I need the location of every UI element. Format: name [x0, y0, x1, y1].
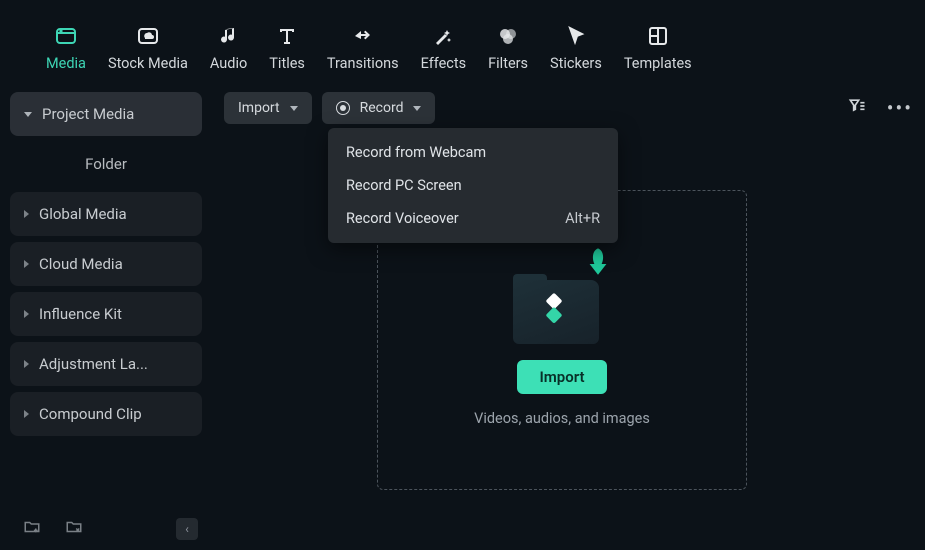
sidebar-item-label: Influence Kit — [39, 305, 122, 323]
collapse-sidebar-button[interactable]: ‹ — [176, 518, 198, 540]
tab-label: Effects — [421, 55, 467, 72]
record-screen-item[interactable]: Record PC Screen — [328, 169, 618, 202]
import-button[interactable]: Import — [517, 360, 606, 394]
menu-item-label: Record Voiceover — [346, 210, 459, 227]
delete-folder-icon[interactable] — [64, 518, 84, 540]
wand-icon — [430, 23, 456, 49]
dropzone-caption: Videos, audios, and images — [474, 410, 650, 427]
sidebar-item-label: Cloud Media — [39, 255, 123, 273]
tab-label: Filters — [488, 55, 528, 72]
chevron-down-icon — [24, 112, 32, 117]
folder-illustration — [507, 254, 617, 344]
tab-label: Transitions — [327, 55, 399, 72]
record-webcam-item[interactable]: Record from Webcam — [328, 136, 618, 169]
chevron-right-icon — [24, 260, 29, 268]
tab-stock-media[interactable]: Stock Media — [104, 23, 192, 72]
cloud-icon — [135, 23, 161, 49]
tab-filters[interactable]: Filters — [484, 23, 532, 72]
new-folder-icon[interactable] — [22, 518, 42, 540]
chevron-right-icon — [24, 360, 29, 368]
more-icon[interactable]: ••• — [887, 96, 913, 120]
filters-icon — [495, 23, 521, 49]
tab-label: Media — [46, 55, 86, 72]
stickers-icon — [563, 23, 589, 49]
record-icon — [336, 101, 350, 115]
top-nav: Media Stock Media Audio Titles Transitio… — [0, 0, 925, 80]
tab-titles[interactable]: Titles — [265, 23, 309, 72]
media-icon — [53, 23, 79, 49]
tab-label: Templates — [624, 55, 692, 72]
menu-item-label: Record from Webcam — [346, 144, 486, 161]
sidebar-item-label: Folder — [85, 155, 127, 173]
chevron-right-icon — [24, 310, 29, 318]
record-dropdown-button[interactable]: Record — [322, 92, 436, 124]
sidebar-item-influence-kit[interactable]: Influence Kit — [10, 292, 202, 336]
text-icon — [274, 23, 300, 49]
toolbar-right: ••• — [847, 96, 913, 120]
sidebar-item-cloud-media[interactable]: Cloud Media — [10, 242, 202, 286]
sidebar-item-project-media[interactable]: Project Media — [10, 92, 202, 136]
button-label: Import — [238, 100, 280, 116]
record-voiceover-item[interactable]: Record Voiceover Alt+R — [328, 202, 618, 235]
music-icon — [216, 23, 242, 49]
tab-label: Titles — [269, 55, 305, 72]
sidebar-item-label: Adjustment La... — [39, 355, 148, 373]
templates-icon — [645, 23, 671, 49]
tab-transitions[interactable]: Transitions — [323, 23, 403, 72]
chevron-down-icon — [290, 106, 298, 111]
tab-media[interactable]: Media — [42, 23, 90, 72]
sidebar-item-label: Global Media — [39, 205, 127, 223]
sidebar-item-global-media[interactable]: Global Media — [10, 192, 202, 236]
import-dropdown-button[interactable]: Import — [224, 92, 312, 124]
main-area: Project Media Folder Global Media Cloud … — [0, 80, 925, 550]
menu-item-shortcut: Alt+R — [565, 210, 600, 227]
button-label: Import — [539, 368, 584, 386]
tab-effects[interactable]: Effects — [417, 23, 471, 72]
sidebar-item-label: Compound Clip — [39, 405, 142, 423]
content-area: Import Record ••• Record from Webcam Rec — [212, 80, 925, 550]
tab-label: Stickers — [550, 55, 602, 72]
chevron-right-icon — [24, 210, 29, 218]
tab-templates[interactable]: Templates — [620, 23, 696, 72]
tab-label: Stock Media — [108, 55, 188, 72]
content-toolbar: Import Record ••• — [224, 88, 913, 128]
sidebar-footer: ‹ — [22, 518, 198, 540]
sidebar-item-adjustment-layer[interactable]: Adjustment La... — [10, 342, 202, 386]
button-label: Record — [360, 100, 404, 116]
menu-item-label: Record PC Screen — [346, 177, 462, 194]
download-arrow-icon — [583, 246, 613, 282]
sidebar-item-folder[interactable]: Folder — [10, 142, 202, 186]
sidebar-item-label: Project Media — [42, 105, 134, 123]
chevron-down-icon — [413, 106, 421, 111]
filter-sort-icon[interactable] — [847, 96, 867, 120]
tab-audio[interactable]: Audio — [206, 23, 251, 72]
sidebar-item-compound-clip[interactable]: Compound Clip — [10, 392, 202, 436]
record-menu: Record from Webcam Record PC Screen Reco… — [328, 128, 618, 243]
transitions-icon — [350, 23, 376, 49]
tab-stickers[interactable]: Stickers — [546, 23, 606, 72]
chevron-right-icon — [24, 410, 29, 418]
sidebar: Project Media Folder Global Media Cloud … — [0, 80, 212, 550]
tab-label: Audio — [210, 55, 247, 72]
